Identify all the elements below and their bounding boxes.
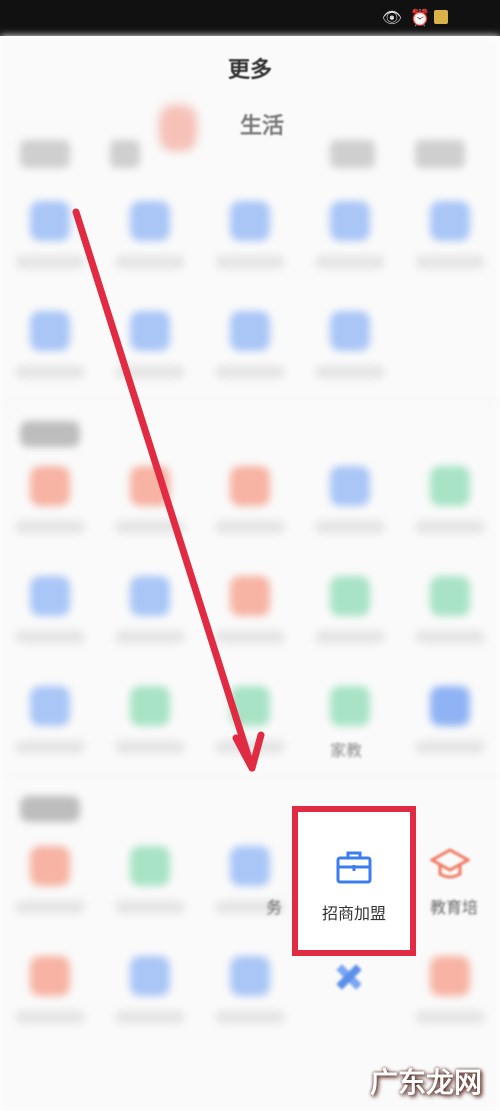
watermark: 广东龙网 <box>369 1066 482 1099</box>
grid-item[interactable] <box>115 201 185 291</box>
grid-item[interactable] <box>15 311 85 401</box>
grid-item[interactable] <box>15 956 85 1046</box>
category-tab[interactable] <box>110 140 140 168</box>
grid-item-label: 务 <box>266 898 283 917</box>
category-tab-active-label[interactable]: 生活 <box>240 108 284 140</box>
grid-item[interactable] <box>215 576 285 666</box>
grid-item[interactable] <box>315 201 385 291</box>
grid-item[interactable] <box>115 311 185 401</box>
eye-icon: 👁 <box>381 8 403 27</box>
grid-item[interactable] <box>415 686 485 776</box>
divider <box>0 401 500 402</box>
divider <box>0 776 500 777</box>
grid-item[interactable] <box>215 686 285 776</box>
category-tab[interactable] <box>415 140 465 168</box>
grid-item[interactable] <box>115 576 185 666</box>
grid-item[interactable] <box>415 466 485 556</box>
grid-item[interactable] <box>115 686 185 776</box>
grid-item[interactable] <box>315 466 385 556</box>
grid-item[interactable] <box>315 686 385 776</box>
category-tab[interactable] <box>330 140 375 168</box>
grid-item-label: 家教 <box>330 741 363 760</box>
grid-item[interactable] <box>215 201 285 291</box>
franchise-highlight-card[interactable]: 招商加盟 <box>292 806 416 956</box>
grid-item[interactable] <box>15 201 85 291</box>
grid-item[interactable] <box>15 576 85 666</box>
grid-item[interactable] <box>315 311 385 401</box>
page-title: 更多 <box>227 58 272 83</box>
category-tab[interactable] <box>20 140 70 168</box>
grid-item[interactable] <box>415 956 485 1046</box>
status-icons: 👁 ⏰ <box>382 8 430 27</box>
grid-item[interactable] <box>415 576 485 666</box>
battery-icon <box>434 10 448 24</box>
cross-icon <box>336 964 362 990</box>
grid-item[interactable] <box>215 846 285 936</box>
grid-item[interactable] <box>15 846 85 936</box>
grid-item[interactable] <box>415 201 485 291</box>
section-title <box>20 421 80 447</box>
status-bar: 👁 ⏰ <box>0 0 500 36</box>
grid-item[interactable] <box>15 686 85 776</box>
grid-item[interactable] <box>115 846 185 936</box>
category-tab-icon <box>162 110 194 150</box>
grid-item[interactable] <box>215 311 285 401</box>
grid-item[interactable] <box>215 466 285 556</box>
grid-item[interactable] <box>115 466 185 556</box>
franchise-label: 招商加盟 <box>321 904 386 923</box>
grid-item[interactable] <box>315 576 385 666</box>
grid-item[interactable] <box>215 956 285 1046</box>
grid-item-label: 教育培 <box>430 898 479 917</box>
briefcase-icon <box>336 851 372 884</box>
grid-item[interactable] <box>115 956 185 1046</box>
section-title <box>20 796 80 822</box>
blurred-app-background <box>0 36 500 1111</box>
graduation-cap-icon <box>430 848 470 879</box>
grid-item[interactable] <box>15 466 85 556</box>
alarm-icon: ⏰ <box>410 8 430 27</box>
